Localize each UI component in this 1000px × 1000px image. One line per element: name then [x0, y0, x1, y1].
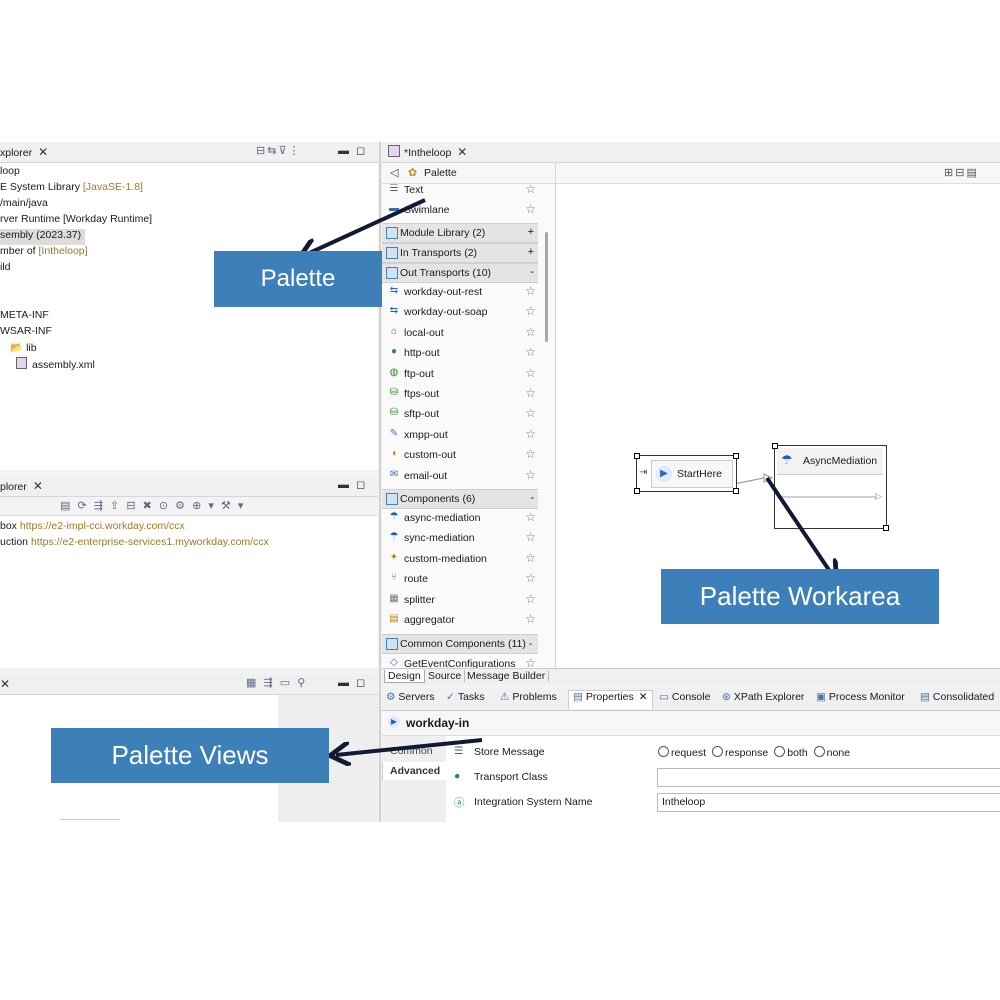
- callout-palette-label: Palette: [260, 265, 336, 292]
- views-arrow: [336, 738, 483, 755]
- callout-views-label: Palette Views: [111, 740, 269, 770]
- callout-palette-workarea: Palette Workarea: [661, 569, 939, 624]
- callout-palette-views: Palette Views: [51, 728, 329, 783]
- annotation-arrows: [0, 198, 1000, 1000]
- callout-palette: Palette: [214, 251, 382, 307]
- callout-workarea-label: Palette Workarea: [699, 581, 901, 611]
- workarea-arrow: [765, 476, 833, 576]
- palette-arrow: [305, 198, 426, 255]
